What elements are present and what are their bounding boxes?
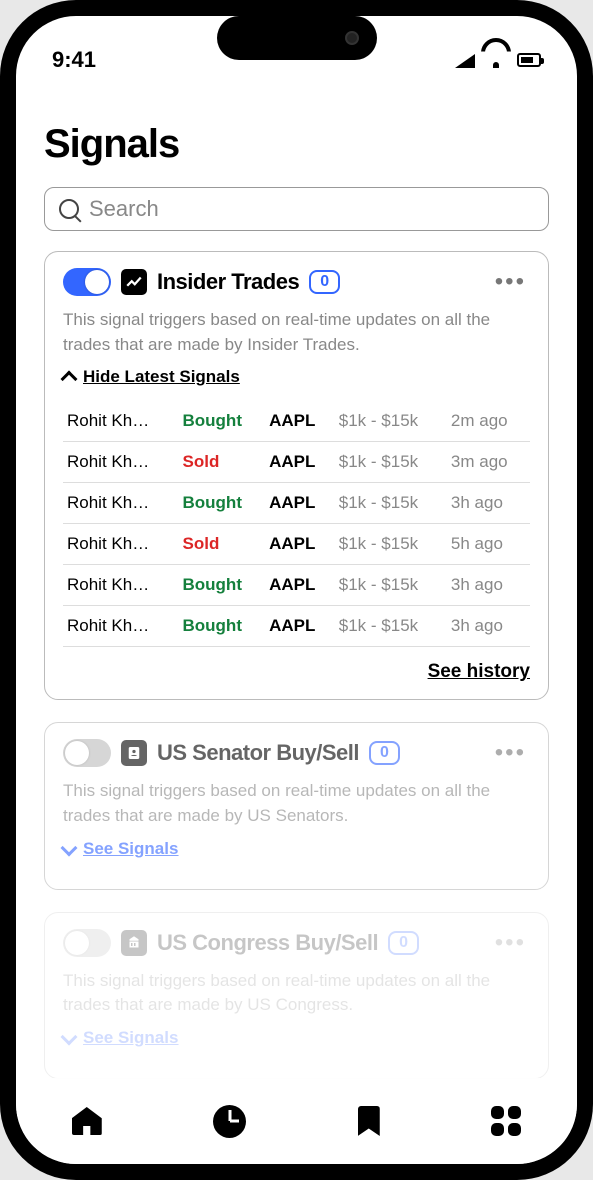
chart-icon xyxy=(121,269,147,295)
trade-name: Rohit Kh… xyxy=(63,565,179,606)
card-header: US Congress Buy/Sell 0 ••• xyxy=(63,929,530,957)
trade-time: 5h ago xyxy=(447,524,530,565)
trade-time: 3m ago xyxy=(447,442,530,483)
nav-bookmark-icon[interactable] xyxy=(358,1106,380,1136)
card-title: US Congress Buy/Sell xyxy=(157,930,378,956)
table-row[interactable]: Rohit Kh…SoldAAPL$1k - $15k3m ago xyxy=(63,442,530,483)
trade-symbol: AAPL xyxy=(265,606,335,647)
toggle-switch[interactable] xyxy=(63,268,111,296)
trade-time: 3h ago xyxy=(447,565,530,606)
table-row[interactable]: Rohit Kh…SoldAAPL$1k - $15k5h ago xyxy=(63,524,530,565)
person-badge-icon xyxy=(121,740,147,766)
see-history-link[interactable]: See history xyxy=(63,661,530,683)
trade-symbol: AAPL xyxy=(265,483,335,524)
trade-amount: $1k - $15k xyxy=(335,524,447,565)
more-menu-button[interactable]: ••• xyxy=(491,270,530,294)
chevron-up-icon xyxy=(61,371,78,388)
trade-time: 3h ago xyxy=(447,606,530,647)
signal-card-insider-trades: Insider Trades 0 ••• This signal trigger… xyxy=(44,251,549,700)
trade-action: Sold xyxy=(179,524,266,565)
trade-name: Rohit Kh… xyxy=(63,401,179,442)
capitol-icon xyxy=(121,930,147,956)
signal-card-us-senator: US Senator Buy/Sell 0 ••• This signal tr… xyxy=(44,722,549,889)
trade-action: Bought xyxy=(179,565,266,606)
card-description: This signal triggers based on real-time … xyxy=(63,969,530,1018)
table-row[interactable]: Rohit Kh…BoughtAAPL$1k - $15k2m ago xyxy=(63,401,530,442)
signal-card-us-congress: US Congress Buy/Sell 0 ••• This signal t… xyxy=(44,912,549,1079)
device-frame: 9:41 Signals Insider Trades xyxy=(0,0,593,1180)
toggle-switch[interactable] xyxy=(63,739,111,767)
trade-amount: $1k - $15k xyxy=(335,401,447,442)
content-area: Signals Insider Trades 0 ••• This signal… xyxy=(16,86,577,1164)
cellular-icon xyxy=(455,52,475,68)
card-header: Insider Trades 0 ••• xyxy=(63,268,530,296)
trade-action: Bought xyxy=(179,401,266,442)
nav-apps-icon[interactable] xyxy=(491,1106,521,1136)
see-signals-toggle[interactable]: See Signals xyxy=(63,1028,530,1048)
trade-name: Rohit Kh… xyxy=(63,606,179,647)
trade-action: Bought xyxy=(179,483,266,524)
chevron-down-icon xyxy=(61,839,78,856)
trade-amount: $1k - $15k xyxy=(335,606,447,647)
card-description: This signal triggers based on real-time … xyxy=(63,779,530,828)
hide-signals-label: Hide Latest Signals xyxy=(83,367,240,387)
see-signals-label: See Signals xyxy=(83,1028,178,1048)
bottom-nav xyxy=(16,1078,577,1164)
nav-history-icon[interactable] xyxy=(213,1105,246,1138)
search-icon xyxy=(59,199,79,219)
trade-symbol: AAPL xyxy=(265,442,335,483)
chevron-down-icon xyxy=(61,1028,78,1045)
toggle-switch[interactable] xyxy=(63,929,111,957)
battery-icon xyxy=(517,53,541,67)
trade-amount: $1k - $15k xyxy=(335,565,447,606)
page-title: Signals xyxy=(44,122,549,167)
nav-home-icon[interactable] xyxy=(72,1107,102,1135)
trade-name: Rohit Kh… xyxy=(63,442,179,483)
trade-action: Sold xyxy=(179,442,266,483)
trade-action: Bought xyxy=(179,606,266,647)
card-header: US Senator Buy/Sell 0 ••• xyxy=(63,739,530,767)
wifi-icon xyxy=(485,52,507,68)
table-row[interactable]: Rohit Kh…BoughtAAPL$1k - $15k3h ago xyxy=(63,483,530,524)
trade-symbol: AAPL xyxy=(265,524,335,565)
trade-amount: $1k - $15k xyxy=(335,442,447,483)
card-title: Insider Trades xyxy=(157,269,299,295)
search-field[interactable] xyxy=(44,187,549,231)
count-badge: 0 xyxy=(369,741,400,765)
trade-time: 3h ago xyxy=(447,483,530,524)
count-badge: 0 xyxy=(388,931,419,955)
trade-time: 2m ago xyxy=(447,401,530,442)
see-signals-label: See Signals xyxy=(83,839,178,859)
trade-symbol: AAPL xyxy=(265,565,335,606)
card-title: US Senator Buy/Sell xyxy=(157,740,359,766)
hide-signals-toggle[interactable]: Hide Latest Signals xyxy=(63,367,530,387)
trade-name: Rohit Kh… xyxy=(63,524,179,565)
screen: 9:41 Signals Insider Trades xyxy=(16,16,577,1164)
status-time: 9:41 xyxy=(52,47,96,73)
trade-name: Rohit Kh… xyxy=(63,483,179,524)
more-menu-button[interactable]: ••• xyxy=(491,741,530,765)
see-signals-toggle[interactable]: See Signals xyxy=(63,839,530,859)
trade-amount: $1k - $15k xyxy=(335,483,447,524)
table-row[interactable]: Rohit Kh…BoughtAAPL$1k - $15k3h ago xyxy=(63,606,530,647)
status-icons xyxy=(455,52,541,68)
trade-symbol: AAPL xyxy=(265,401,335,442)
trades-table: Rohit Kh…BoughtAAPL$1k - $15k2m agoRohit… xyxy=(63,401,530,647)
card-description: This signal triggers based on real-time … xyxy=(63,308,530,357)
more-menu-button[interactable]: ••• xyxy=(491,931,530,955)
device-notch xyxy=(217,16,377,60)
table-row[interactable]: Rohit Kh…BoughtAAPL$1k - $15k3h ago xyxy=(63,565,530,606)
search-input[interactable] xyxy=(89,196,534,222)
count-badge: 0 xyxy=(309,270,340,294)
